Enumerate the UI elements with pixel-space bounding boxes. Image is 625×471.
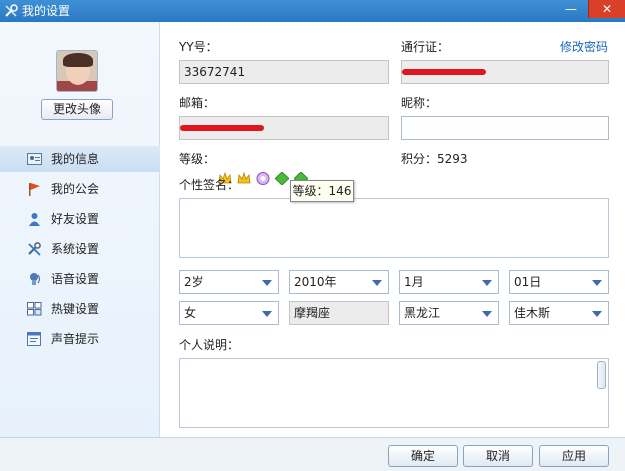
sound-notice-icon [27, 332, 41, 346]
sidebar-item-my-guild[interactable]: 我的公会 [0, 176, 160, 202]
yy-number-label: YY号： [179, 40, 218, 54]
sidebar-item-label: 语音设置 [51, 272, 100, 286]
nickname-label: 昵称： [401, 96, 438, 110]
passport-field [401, 60, 609, 84]
gender-select[interactable]: 女 [179, 301, 279, 325]
star-badge-icon [275, 172, 289, 185]
apply-button[interactable]: 应用 [539, 445, 609, 467]
yy-number-field: 33672741 [179, 60, 389, 84]
zodiac-field: 摩羯座 [289, 301, 389, 325]
tools-icon [5, 4, 18, 17]
sidebar-item-label: 声音提示 [51, 332, 100, 346]
redaction-mark [180, 125, 264, 131]
cancel-button[interactable]: 取消 [463, 445, 533, 467]
friend-icon [29, 213, 40, 226]
signature-label: 个性签名： [179, 178, 240, 192]
birth-year-select[interactable]: 2010年 [289, 270, 389, 294]
change-avatar-button[interactable]: 更改头像 [41, 99, 113, 120]
nickname-input[interactable] [401, 116, 609, 140]
level-label: 等级： [179, 152, 216, 166]
city-select[interactable]: 佳木斯 [509, 301, 609, 325]
sidebar-item-label: 我的公会 [51, 182, 100, 196]
passport-label: 通行证： [401, 40, 450, 54]
sidebar-item-label: 我的信息 [51, 152, 100, 166]
window-title: 我的设置 [22, 4, 71, 18]
crown-icon [237, 172, 251, 184]
profile-panel: YY号： 33672741 通行证： 修改密码 邮箱： 昵称： 等级： 积分：5… [161, 22, 625, 437]
age-select[interactable]: 2岁 [179, 270, 279, 294]
email-label: 邮箱： [179, 96, 216, 110]
sidebar-item-my-info[interactable]: 我的信息 [0, 146, 160, 172]
moon-badge-icon [256, 172, 270, 185]
minimize-button[interactable]: — [556, 0, 586, 18]
sidebar-item-system-settings[interactable]: 系统设置 [0, 236, 160, 262]
sidebar: 更改头像 我的信息 我的公会 好友设置 系统设置 语音设置 热键设置 声音提示 [0, 22, 160, 437]
sidebar-item-voice-settings[interactable]: 语音设置 [0, 266, 160, 292]
voice-icon [30, 273, 41, 285]
close-button[interactable]: ✕ [588, 0, 625, 18]
change-password-link[interactable]: 修改密码 [560, 40, 608, 54]
hotkey-icon [27, 302, 42, 316]
user-card-icon [27, 153, 42, 165]
email-field [179, 116, 389, 140]
flag-icon [29, 183, 40, 196]
footer-bar: 确定 取消 应用 [0, 437, 625, 471]
tools-icon [28, 242, 41, 256]
birth-month-select[interactable]: 1月 [399, 270, 499, 294]
sidebar-item-label: 热键设置 [51, 302, 100, 316]
sidebar-item-hotkey-settings[interactable]: 热键设置 [0, 296, 160, 322]
sidebar-item-label: 好友设置 [51, 212, 100, 226]
level-tooltip: 等级：146 [290, 180, 354, 202]
points-label: 积分：5293 [401, 152, 468, 166]
description-label: 个人说明： [179, 338, 240, 352]
description-scrollbar[interactable] [597, 361, 606, 389]
province-select[interactable]: 黑龙江 [399, 301, 499, 325]
redaction-mark [402, 69, 486, 75]
sidebar-item-sound-notice[interactable]: 声音提示 [0, 326, 160, 352]
sidebar-item-friend-settings[interactable]: 好友设置 [0, 206, 160, 232]
sidebar-item-label: 系统设置 [51, 242, 100, 256]
description-input[interactable] [179, 358, 609, 428]
title-bar: 我的设置 — ✕ [0, 0, 625, 22]
birth-day-select[interactable]: 01日 [509, 270, 609, 294]
signature-input[interactable] [179, 198, 609, 258]
ok-button[interactable]: 确定 [388, 445, 458, 467]
avatar[interactable] [56, 50, 98, 92]
